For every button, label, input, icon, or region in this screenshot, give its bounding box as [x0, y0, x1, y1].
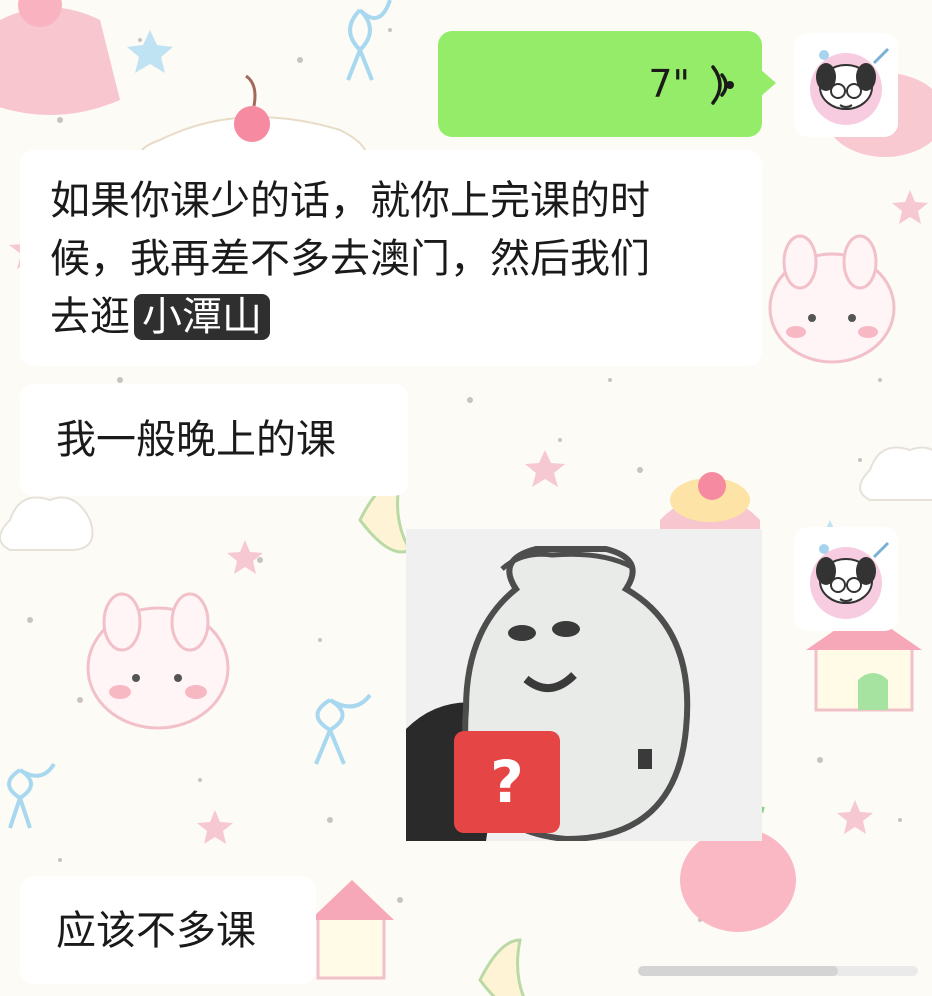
received-message-bubble[interactable]: 我一般晚上的课 — [20, 384, 408, 496]
scrollbar[interactable] — [638, 966, 918, 976]
avatar-image — [794, 33, 898, 137]
message-line: 去逛 小潭山 — [50, 288, 762, 346]
sticker-image[interactable]: ? — [406, 529, 762, 841]
message-line: 候，我再差不多去澳门，然后我们 — [50, 236, 650, 282]
scrollbar-thumb[interactable] — [638, 966, 838, 976]
voice-message-bubble[interactable]: 7" — [438, 31, 776, 137]
received-message-bubble[interactable]: 如果你课少的话，就你上完课的时 候，我再差不多去澳门，然后我们 去逛 小潭山 — [20, 150, 762, 366]
user-avatar[interactable] — [794, 33, 898, 137]
message-text: 我一般晚上的课 — [56, 417, 336, 463]
message-text: 去逛 — [50, 294, 130, 340]
voice-duration: 7" — [648, 62, 690, 106]
received-message-bubble[interactable]: 应该不多课 — [20, 876, 316, 984]
voice-wave-icon — [711, 65, 734, 105]
user-avatar[interactable] — [794, 527, 898, 631]
question-badge-icon: ? — [454, 731, 560, 833]
avatar-image — [794, 527, 898, 631]
message-line: 如果你课少的话，就你上完课的时 — [50, 178, 650, 224]
highlighted-keyword[interactable]: 小潭山 — [134, 294, 270, 340]
message-text: 应该不多课 — [56, 908, 256, 954]
